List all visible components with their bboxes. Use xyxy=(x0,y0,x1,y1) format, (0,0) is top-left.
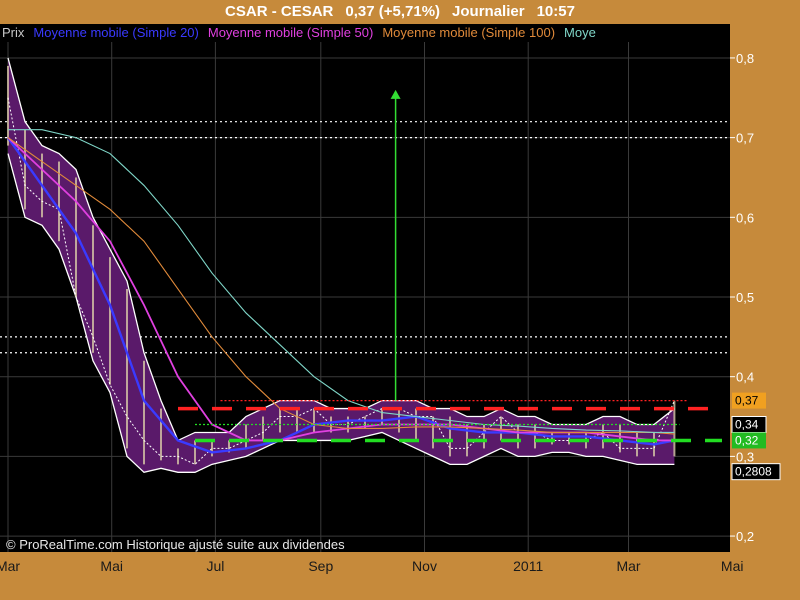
x-tick-label: Nov xyxy=(412,558,437,574)
price-box-label: 0,2808 xyxy=(735,465,772,479)
time-axis: Mar Mai Jul Sep Nov 2011 Mar Mai xyxy=(0,558,743,574)
y-tick-label: 0,8 xyxy=(736,51,754,66)
footer-note: © ProRealTime.com Historique ajusté suit… xyxy=(6,537,345,552)
legend-item-sma200[interactable]: Moye xyxy=(564,25,596,40)
x-tick-label: Mai xyxy=(721,558,744,574)
price-box-label: 0,34 xyxy=(735,418,759,432)
x-tick-label: Mai xyxy=(100,558,123,574)
legend-item-sma20[interactable]: Moyenne mobile (Simple 20) xyxy=(33,25,198,40)
price-box-label: 0,37 xyxy=(735,394,759,408)
legend-item-sma100[interactable]: Moyenne mobile (Simple 100) xyxy=(382,25,555,40)
x-tick-label: Sep xyxy=(308,558,333,574)
y-tick-label: 0,4 xyxy=(736,370,754,385)
legend-item-sma50[interactable]: Moyenne mobile (Simple 50) xyxy=(208,25,373,40)
y-tick-label: 0,6 xyxy=(736,210,754,225)
price-chart[interactable]: 0,2 0,3 0,4 0,5 0,6 0,7 0,8 Mar Mai Jul Sep Nov 201… xyxy=(0,0,800,600)
y-tick-label: 0,3 xyxy=(736,449,754,464)
x-tick-label: Mar xyxy=(0,558,20,574)
y-tick-label: 0,2 xyxy=(736,529,754,544)
x-tick-label: Jul xyxy=(206,558,224,574)
y-tick-label: 0,5 xyxy=(736,290,754,305)
legend-item-price[interactable]: Prix xyxy=(2,25,24,40)
y-tick-label: 0,7 xyxy=(736,131,754,146)
x-tick-label: Mar xyxy=(616,558,640,574)
chart-legend: Prix Moyenne mobile (Simple 20) Moyenne mo… xyxy=(2,24,732,42)
x-tick-label: 2011 xyxy=(513,558,543,574)
price-box-label: 0,32 xyxy=(735,433,759,447)
